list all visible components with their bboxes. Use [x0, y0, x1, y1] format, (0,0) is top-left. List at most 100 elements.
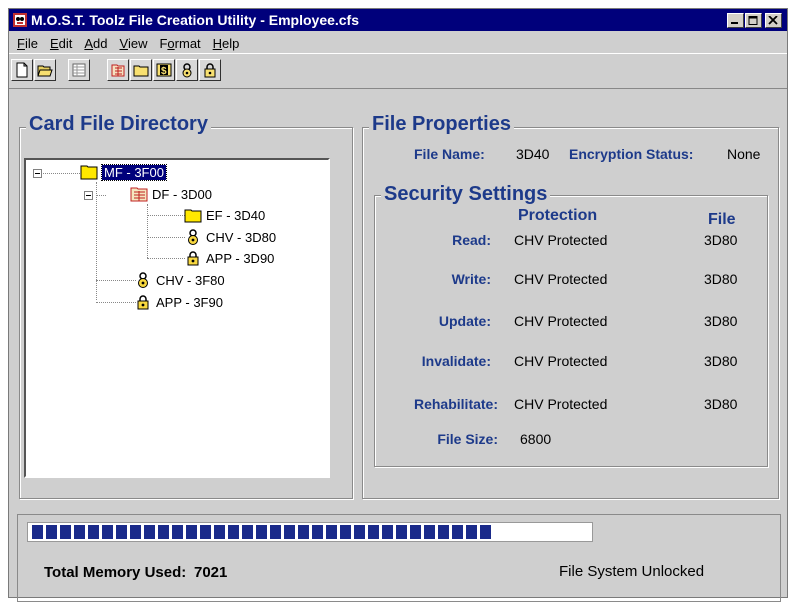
ef-folder-icon: [184, 209, 202, 223]
progress-segment: [186, 525, 197, 539]
table-view-button[interactable]: [68, 59, 90, 81]
tree-node-df[interactable]: DF - 3D00: [130, 186, 212, 202]
progress-segment: [452, 525, 463, 539]
ef-folder-icon: [133, 65, 149, 77]
encryption-status-value: None: [727, 146, 761, 162]
progress-segment: [200, 525, 211, 539]
minimize-button[interactable]: [727, 12, 744, 28]
chv-lock-icon: [188, 229, 198, 245]
progress-segment: [130, 525, 141, 539]
progress-segment: [256, 525, 267, 539]
window-title: M.O.S.T. Toolz File Creation Utility - E…: [31, 12, 360, 28]
read-protection-value: CHV Protected: [514, 232, 608, 248]
title-bar[interactable]: M.O.S.T. Toolz File Creation Utility - E…: [9, 9, 787, 31]
tree-node-app-df[interactable]: APP - 3D90: [184, 250, 274, 266]
progress-segment: [214, 525, 225, 539]
progress-segment: [158, 525, 169, 539]
update-label: Update:: [438, 313, 491, 329]
progress-segment: [60, 525, 71, 539]
update-file-value: 3D80: [704, 313, 738, 329]
protection-column-header: Protection: [518, 207, 598, 224]
rehabilitate-file-value: 3D80: [704, 396, 738, 412]
progress-segment: [284, 525, 295, 539]
tree-node-mf[interactable]: MF - 3F00: [80, 163, 167, 181]
progress-segment: [312, 525, 323, 539]
collapse-df-toggle[interactable]: [84, 191, 93, 200]
add-app-button[interactable]: [199, 59, 221, 81]
add-chv-button[interactable]: [176, 59, 198, 81]
tree-node-chv-df[interactable]: CHV - 3D80: [184, 229, 276, 245]
progress-segment: [424, 525, 435, 539]
card-file-directory-title: Card File Directory: [26, 113, 211, 136]
file-size-label: File Size:: [437, 431, 498, 447]
minimize-icon: [731, 21, 738, 24]
tree-node-app-mf[interactable]: APP - 3F90: [134, 294, 223, 310]
progress-segment: [368, 525, 379, 539]
card-file-tree[interactable]: MF - 3F00 DF - 3D00 EF - 3D40 CHV - 3D80…: [24, 158, 330, 478]
app-lock-icon: [187, 251, 199, 266]
menu-file[interactable]: File: [17, 36, 38, 51]
read-label: Read:: [452, 232, 491, 248]
menu-format[interactable]: Format: [159, 36, 200, 51]
progress-segment: [32, 525, 43, 539]
df-folder-icon: [130, 187, 148, 202]
close-button[interactable]: [765, 12, 782, 28]
total-memory-value: 7021: [194, 564, 228, 581]
mf-folder-icon: [80, 165, 98, 180]
progress-segment: [242, 525, 253, 539]
progress-segment: [88, 525, 99, 539]
progress-segment: [382, 525, 393, 539]
chv-lock-icon: [138, 272, 148, 288]
toolbar: $: [9, 53, 787, 89]
progress-segment: [480, 525, 491, 539]
tree-node-ef[interactable]: EF - 3D40: [184, 207, 265, 223]
security-settings-title: Security Settings: [381, 183, 551, 206]
app-lock-icon: [204, 63, 216, 78]
total-memory-label: Total Memory Used:: [44, 564, 187, 581]
add-purse-button[interactable]: $: [153, 59, 175, 81]
progress-segment: [354, 525, 365, 539]
progress-segment: [144, 525, 155, 539]
progress-segment: [438, 525, 449, 539]
progress-segment: [74, 525, 85, 539]
add-df-button[interactable]: [107, 59, 129, 81]
progress-segment: [340, 525, 351, 539]
file-properties-title: File Properties: [369, 113, 514, 136]
new-file-icon: [16, 62, 28, 78]
add-ef-button[interactable]: [130, 59, 152, 81]
progress-segment: [298, 525, 309, 539]
open-folder-icon: [37, 65, 53, 77]
menu-view[interactable]: View: [120, 36, 148, 51]
menu-add[interactable]: Add: [84, 36, 107, 51]
tree-node-chv-mf[interactable]: CHV - 3F80: [134, 272, 225, 288]
svg-text:$: $: [161, 66, 167, 77]
invalidate-file-value: 3D80: [704, 353, 738, 369]
progress-segment: [46, 525, 57, 539]
maximize-icon: [748, 15, 758, 25]
dollar-icon: $: [156, 63, 172, 77]
write-protection-value: CHV Protected: [514, 271, 608, 287]
file-name-value: 3D40: [516, 146, 550, 162]
memory-progress-fill: [32, 525, 491, 539]
new-file-button[interactable]: [11, 59, 33, 81]
app-lock-icon: [137, 295, 149, 310]
memory-progress-bar: [27, 522, 593, 542]
file-column-header: File: [708, 211, 736, 228]
table-icon: [72, 63, 86, 77]
menu-help[interactable]: Help: [213, 36, 240, 51]
rehabilitate-label: Rehabilitate:: [413, 396, 498, 412]
df-file-icon: [111, 64, 125, 77]
progress-segment: [116, 525, 127, 539]
write-label: Write:: [451, 271, 491, 287]
rehabilitate-protection-value: CHV Protected: [514, 396, 608, 412]
progress-segment: [228, 525, 239, 539]
menu-edit[interactable]: Edit: [50, 36, 72, 51]
invalidate-protection-value: CHV Protected: [514, 353, 608, 369]
maximize-button[interactable]: [745, 12, 762, 28]
open-button[interactable]: [34, 59, 56, 81]
write-file-value: 3D80: [704, 271, 738, 287]
collapse-mf-toggle[interactable]: [33, 169, 42, 178]
invalidate-label: Invalidate:: [421, 353, 491, 369]
close-icon: [768, 15, 778, 25]
file-system-status: File System Unlocked: [559, 563, 705, 580]
